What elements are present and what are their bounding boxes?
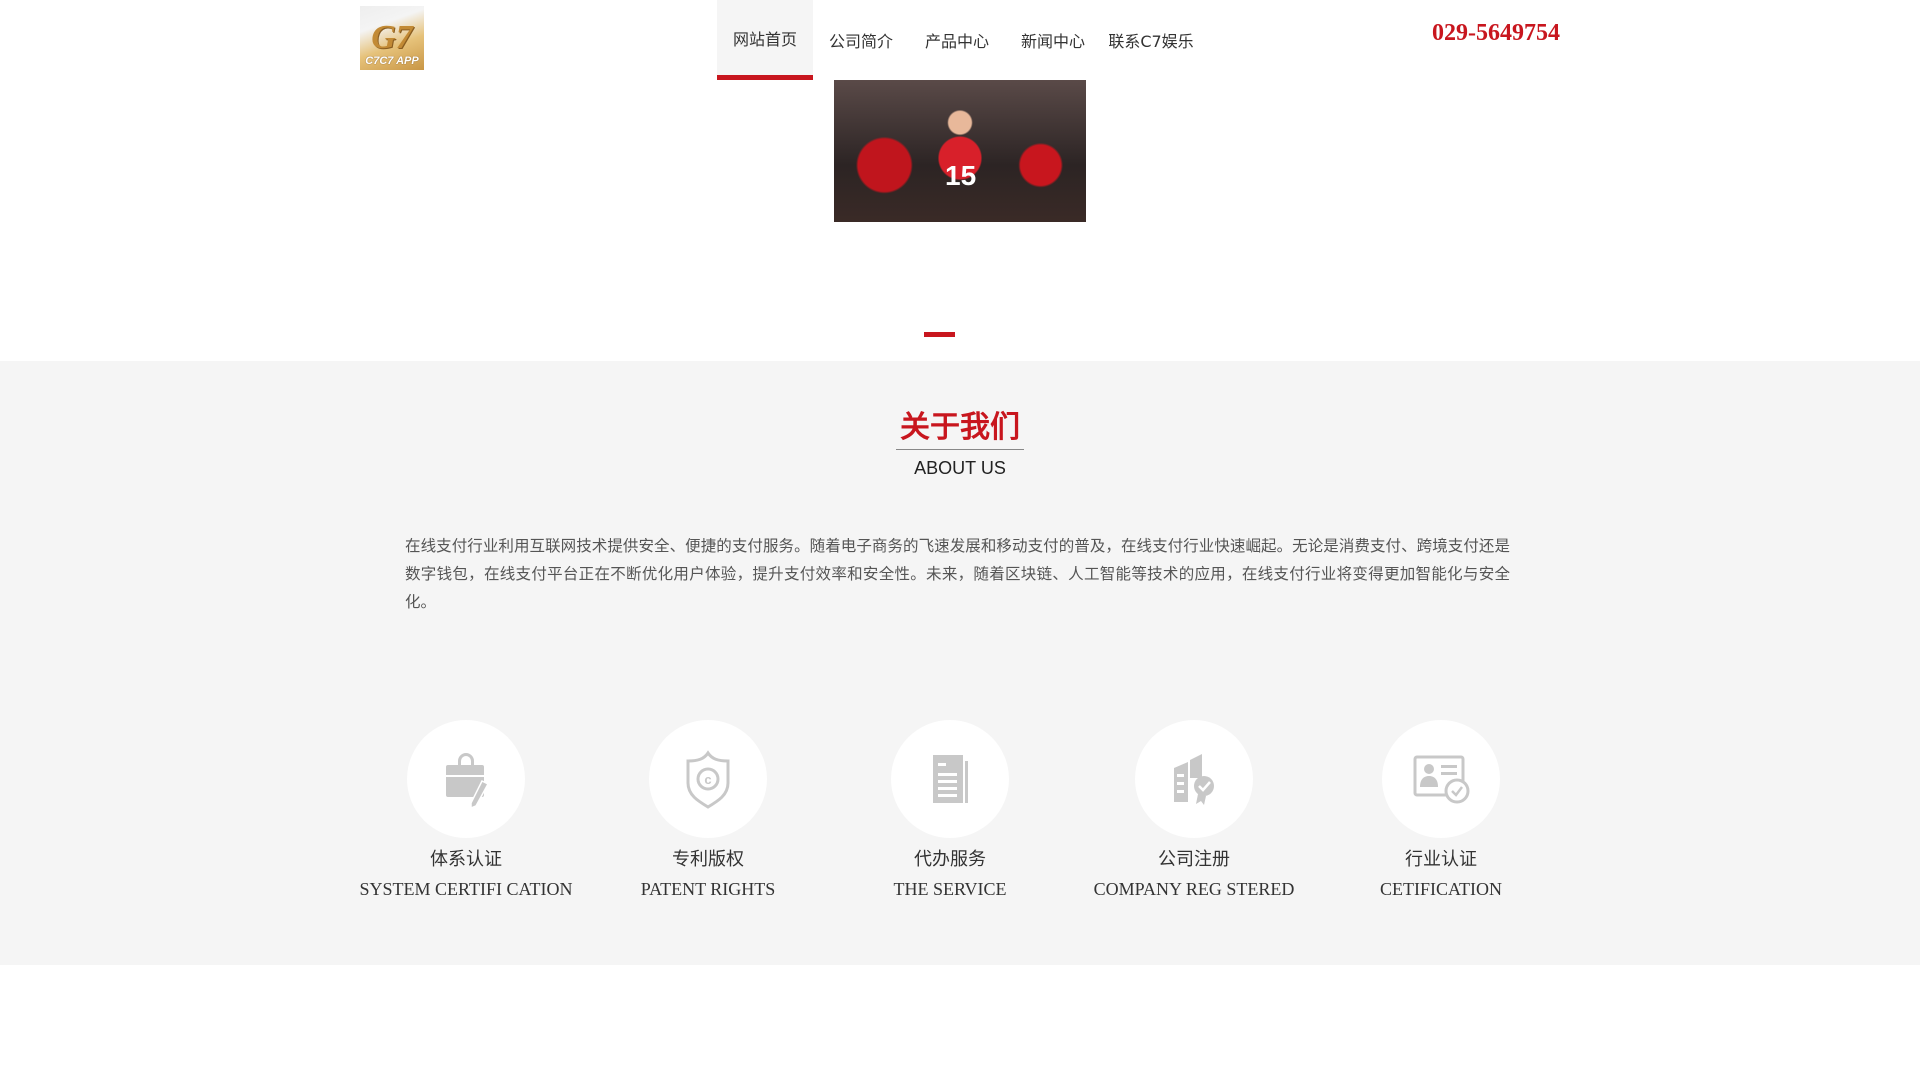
copyright-shield-icon: c <box>649 720 767 838</box>
phone-number: 029-5649754 <box>1432 20 1560 46</box>
section-subtitle: ABOUT US <box>914 458 1006 478</box>
slider-dot-active[interactable] <box>924 332 955 337</box>
service-agency[interactable]: 代办服务 THE SERVICE <box>830 720 1070 904</box>
nav-about[interactable]: 公司简介 <box>813 0 909 80</box>
nav-home[interactable]: 网站首页 <box>717 0 813 80</box>
nav-products[interactable]: 产品中心 <box>909 0 1005 80</box>
section-title: 关于我们 <box>900 410 1020 445</box>
briefcase-pen-icon <box>407 720 525 838</box>
about-text: 在线支付行业利用互联网技术提供安全、便捷的支付服务。随着电子商务的飞速发展和移动… <box>405 537 1510 611</box>
service-company-registration[interactable]: 公司注册 COMPANY REG STERED <box>1074 720 1314 904</box>
service-industry-certification[interactable]: 行业认证 CETIFICATION <box>1321 720 1561 904</box>
logo[interactable]: G7 C7C7 APP <box>360 6 424 70</box>
id-card-check-icon <box>1382 720 1500 838</box>
title-divider <box>896 449 1024 450</box>
building-badge-icon <box>1135 720 1253 838</box>
svg-text:c: c <box>704 772 711 787</box>
nav-news[interactable]: 新闻中心 <box>1005 0 1101 80</box>
service-patent-rights[interactable]: c 专利版权 PATENT RIGHTS <box>588 720 828 904</box>
service-system-certification[interactable]: 体系认证 SYSTEM CERTIFI CATION <box>346 720 586 904</box>
nav-contact[interactable]: 联系C7娱乐 <box>1101 0 1201 80</box>
document-icon <box>891 720 1009 838</box>
banner-image[interactable]: 15 <box>834 80 1086 222</box>
logo-text: C7C7 APP <box>365 55 419 67</box>
